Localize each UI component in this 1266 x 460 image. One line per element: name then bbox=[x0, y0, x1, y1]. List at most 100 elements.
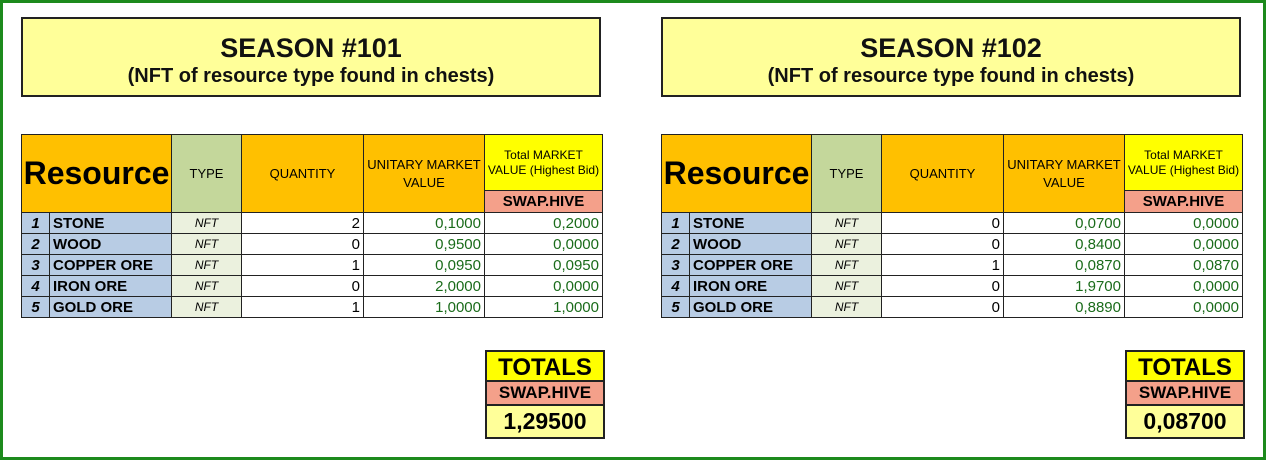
unitary-value-cell: 0,8400 bbox=[1003, 233, 1125, 255]
total-value-cell: 0,0000 bbox=[484, 233, 603, 255]
totals-value: 0,08700 bbox=[1125, 406, 1245, 439]
season-panel-102: SEASON #102 (NFT of resource type found … bbox=[643, 3, 1245, 457]
season-title-box: SEASON #102 (NFT of resource type found … bbox=[661, 17, 1241, 97]
resource-type: NFT bbox=[811, 296, 882, 318]
totals-currency: SWAP.HIVE bbox=[1125, 382, 1245, 406]
row-index: 1 bbox=[21, 212, 50, 234]
row-index: 1 bbox=[661, 212, 690, 234]
swap-hive-header: SWAP.HIVE bbox=[484, 190, 603, 213]
quantity-cell: 1 bbox=[241, 254, 364, 276]
table-row: 3 COPPER ORE NFT 1 0,0870 0,0870 bbox=[661, 254, 1243, 276]
row-index: 3 bbox=[661, 254, 690, 276]
resource-name: STONE bbox=[689, 212, 812, 234]
row-index: 2 bbox=[21, 233, 50, 255]
resource-type: NFT bbox=[171, 254, 242, 276]
quantity-header: QUANTITY bbox=[241, 134, 364, 213]
totals-box: TOTALS SWAP.HIVE 0,08700 bbox=[1125, 350, 1245, 439]
unitary-value-cell: 0,8890 bbox=[1003, 296, 1125, 318]
table-row: 2 WOOD NFT 0 0,8400 0,0000 bbox=[661, 233, 1243, 255]
resource-type: NFT bbox=[171, 233, 242, 255]
table-row: 5 GOLD ORE NFT 1 1,0000 1,0000 bbox=[21, 296, 603, 318]
quantity-cell: 0 bbox=[241, 275, 364, 297]
total-value-cell: 0,0950 bbox=[484, 254, 603, 276]
quantity-cell: 0 bbox=[241, 233, 364, 255]
season-title: SEASON #102 bbox=[860, 33, 1042, 63]
quantity-cell: 1 bbox=[881, 254, 1004, 276]
resource-type: NFT bbox=[811, 233, 882, 255]
total-value-cell: 0,0000 bbox=[1124, 233, 1243, 255]
resource-type: NFT bbox=[811, 212, 882, 234]
season-title: SEASON #101 bbox=[220, 33, 402, 63]
row-index: 5 bbox=[21, 296, 50, 318]
row-index: 5 bbox=[661, 296, 690, 318]
unitary-value-cell: 0,1000 bbox=[363, 212, 485, 234]
total-value-cell: 0,0000 bbox=[484, 275, 603, 297]
swap-hive-header: SWAP.HIVE bbox=[1124, 190, 1243, 213]
unitary-value-header: UNITARY MARKET VALUE bbox=[1003, 134, 1125, 213]
season-title-box: SEASON #101 (NFT of resource type found … bbox=[21, 17, 601, 97]
season-panel-101: SEASON #101 (NFT of resource type found … bbox=[3, 3, 605, 457]
type-header: TYPE bbox=[171, 134, 242, 213]
resource-type: NFT bbox=[171, 212, 242, 234]
resource-name: WOOD bbox=[49, 233, 172, 255]
quantity-cell: 0 bbox=[881, 275, 1004, 297]
total-market-value-header: Total MARKET VALUE (Highest Bid) bbox=[484, 134, 603, 191]
resource-table: Resource TYPE QUANTITY UNITARY MARKET VA… bbox=[21, 134, 603, 318]
quantity-cell: 0 bbox=[881, 212, 1004, 234]
resource-name: GOLD ORE bbox=[49, 296, 172, 318]
resource-header: Resource bbox=[21, 134, 172, 213]
unitary-value-header: UNITARY MARKET VALUE bbox=[363, 134, 485, 213]
quantity-cell: 0 bbox=[881, 233, 1004, 255]
unitary-value-cell: 0,0870 bbox=[1003, 254, 1125, 276]
table-row: 4 IRON ORE NFT 0 2,0000 0,0000 bbox=[21, 275, 603, 297]
row-index: 2 bbox=[661, 233, 690, 255]
totals-box: TOTALS SWAP.HIVE 1,29500 bbox=[485, 350, 605, 439]
unitary-value-cell: 0,0950 bbox=[363, 254, 485, 276]
total-value-cell: 1,0000 bbox=[484, 296, 603, 318]
unitary-value-cell: 1,9700 bbox=[1003, 275, 1125, 297]
season-subtitle: (NFT of resource type found in chests) bbox=[127, 65, 495, 87]
sheet-frame: SEASON #101 (NFT of resource type found … bbox=[0, 0, 1266, 460]
resource-name: GOLD ORE bbox=[689, 296, 812, 318]
table-row: 2 WOOD NFT 0 0,9500 0,0000 bbox=[21, 233, 603, 255]
resource-type: NFT bbox=[171, 296, 242, 318]
totals-label: TOTALS bbox=[485, 350, 605, 382]
table-row: 1 STONE NFT 2 0,1000 0,2000 bbox=[21, 212, 603, 234]
resource-type: NFT bbox=[811, 254, 882, 276]
row-index: 3 bbox=[21, 254, 50, 276]
total-value-cell: 0,0000 bbox=[1124, 296, 1243, 318]
quantity-header: QUANTITY bbox=[881, 134, 1004, 213]
unitary-value-cell: 0,0700 bbox=[1003, 212, 1125, 234]
quantity-cell: 1 bbox=[241, 296, 364, 318]
unitary-value-cell: 0,9500 bbox=[363, 233, 485, 255]
resource-name: WOOD bbox=[689, 233, 812, 255]
resource-name: IRON ORE bbox=[689, 275, 812, 297]
total-value-cell: 0,2000 bbox=[484, 212, 603, 234]
table-row: 5 GOLD ORE NFT 0 0,8890 0,0000 bbox=[661, 296, 1243, 318]
resource-name: STONE bbox=[49, 212, 172, 234]
table-row: 3 COPPER ORE NFT 1 0,0950 0,0950 bbox=[21, 254, 603, 276]
table-row: 1 STONE NFT 0 0,0700 0,0000 bbox=[661, 212, 1243, 234]
total-value-cell: 0,0000 bbox=[1124, 212, 1243, 234]
resource-header: Resource bbox=[661, 134, 812, 213]
resource-table: Resource TYPE QUANTITY UNITARY MARKET VA… bbox=[661, 134, 1243, 318]
unitary-value-cell: 2,0000 bbox=[363, 275, 485, 297]
type-header: TYPE bbox=[811, 134, 882, 213]
quantity-cell: 0 bbox=[881, 296, 1004, 318]
totals-label: TOTALS bbox=[1125, 350, 1245, 382]
unitary-value-cell: 1,0000 bbox=[363, 296, 485, 318]
table-row: 4 IRON ORE NFT 0 1,9700 0,0000 bbox=[661, 275, 1243, 297]
resource-name: COPPER ORE bbox=[689, 254, 812, 276]
resource-type: NFT bbox=[171, 275, 242, 297]
quantity-cell: 2 bbox=[241, 212, 364, 234]
total-value-cell: 0,0000 bbox=[1124, 275, 1243, 297]
total-value-cell: 0,0870 bbox=[1124, 254, 1243, 276]
row-index: 4 bbox=[661, 275, 690, 297]
resource-name: IRON ORE bbox=[49, 275, 172, 297]
row-index: 4 bbox=[21, 275, 50, 297]
totals-currency: SWAP.HIVE bbox=[485, 382, 605, 406]
resource-name: COPPER ORE bbox=[49, 254, 172, 276]
totals-value: 1,29500 bbox=[485, 406, 605, 439]
season-subtitle: (NFT of resource type found in chests) bbox=[767, 65, 1135, 87]
total-market-value-header: Total MARKET VALUE (Highest Bid) bbox=[1124, 134, 1243, 191]
